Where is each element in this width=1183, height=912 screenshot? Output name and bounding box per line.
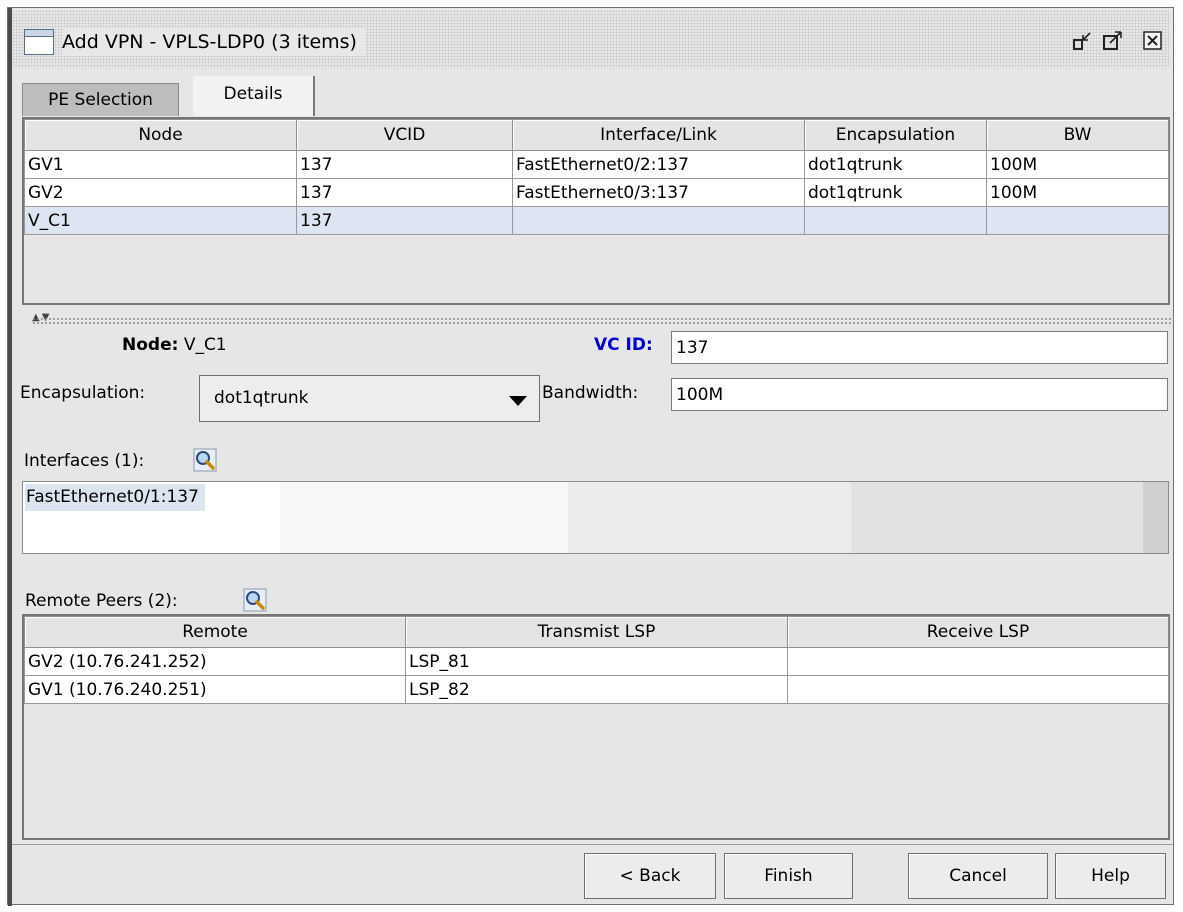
pe-table-header: Node VCID Interface/Link Encapsulation B… (24, 119, 1169, 151)
window-title: Add VPN - VPLS-LDP0 (3 items) (62, 28, 365, 56)
browse-peers-search-icon[interactable] (243, 588, 267, 612)
cell-remote: GV2 (10.76.241.252) (24, 647, 406, 676)
cell-bw (986, 206, 1169, 235)
cell-node: GV1 (24, 150, 297, 179)
column-header-bw[interactable]: BW (986, 119, 1169, 151)
table-row[interactable]: GV2 137 FastEthernet0/3:137 dot1qtrunk 1… (24, 178, 1169, 207)
table-row[interactable]: GV2 (10.76.241.252) LSP_81 (24, 647, 1169, 676)
vcid-label: VC ID: (594, 335, 653, 355)
remote-peers-panel: Remote Transmist LSP Receive LSP GV2 (10… (22, 614, 1170, 840)
column-header-encapsulation[interactable]: Encapsulation (804, 119, 987, 151)
cell-interface: FastEthernet0/3:137 (512, 178, 805, 207)
node-label: Node: (122, 335, 179, 355)
tab-pe-selection[interactable]: PE Selection (22, 83, 179, 116)
cell-receive-lsp (787, 675, 1169, 704)
cell-bw: 100M (986, 150, 1169, 179)
cancel-button[interactable]: Cancel (908, 853, 1048, 899)
cell-vcid: 137 (296, 206, 513, 235)
cell-interface (512, 206, 805, 235)
add-vpn-dialog: Add VPN - VPLS-LDP0 (3 items) PE Selecti… (7, 7, 1174, 906)
cell-node: GV2 (24, 178, 297, 207)
table-row-selected[interactable]: V_C1 137 (24, 206, 1169, 235)
cell-node: V_C1 (24, 206, 297, 235)
bandwidth-label: Bandwidth: (542, 383, 639, 403)
cell-transmit-lsp: LSP_81 (405, 647, 788, 676)
help-button[interactable]: Help (1055, 853, 1166, 899)
node-label-group: Node: V_C1 (122, 334, 227, 356)
back-button[interactable]: < Back (584, 853, 716, 899)
cell-encapsulation: dot1qtrunk (804, 150, 987, 179)
pe-table-panel: Node VCID Interface/Link Encapsulation B… (22, 117, 1170, 305)
column-header-receive-lsp[interactable]: Receive LSP (787, 616, 1169, 648)
column-header-vcid[interactable]: VCID (296, 119, 513, 151)
column-header-transmit-lsp[interactable]: Transmist LSP (405, 616, 788, 648)
encapsulation-label: Encapsulation: (20, 383, 146, 403)
bandwidth-field[interactable] (671, 378, 1168, 411)
tab-details[interactable]: Details (193, 76, 315, 116)
splitter-handle[interactable] (32, 317, 1174, 325)
remote-peers-table: Remote Transmist LSP Receive LSP GV2 (10… (24, 616, 1169, 704)
tab-strip: PE Selection Details (12, 72, 1169, 118)
maximize-icon[interactable] (1102, 30, 1124, 52)
title-bar[interactable]: Add VPN - VPLS-LDP0 (3 items) (12, 10, 1169, 68)
interfaces-list[interactable]: FastEthernet0/1:137 (22, 481, 1169, 554)
cell-encapsulation: dot1qtrunk (804, 178, 987, 207)
close-icon[interactable] (1142, 30, 1164, 52)
window-icon (24, 29, 54, 55)
browse-interfaces-search-icon[interactable] (193, 448, 217, 472)
cell-vcid: 137 (296, 178, 513, 207)
table-row[interactable]: GV1 (10.76.240.251) LSP_82 (24, 675, 1169, 704)
pe-table: Node VCID Interface/Link Encapsulation B… (24, 119, 1169, 235)
cell-remote: GV1 (10.76.240.251) (24, 675, 406, 704)
column-header-interface[interactable]: Interface/Link (512, 119, 805, 151)
button-bar-divider (12, 844, 1173, 845)
column-header-node[interactable]: Node (24, 119, 297, 151)
minimize-icon[interactable] (1072, 30, 1094, 52)
vcid-field[interactable] (671, 331, 1168, 364)
list-item[interactable]: FastEthernet0/1:137 (25, 484, 205, 511)
chevron-down-icon[interactable] (509, 396, 527, 406)
cell-vcid: 137 (296, 150, 513, 179)
node-value: V_C1 (183, 335, 227, 355)
cell-encapsulation (804, 206, 987, 235)
column-header-remote[interactable]: Remote (24, 616, 406, 648)
cell-bw: 100M (986, 178, 1169, 207)
interfaces-label: Interfaces (1): (24, 451, 145, 471)
remote-peers-label: Remote Peers (2): (25, 591, 178, 611)
finish-button[interactable]: Finish (724, 853, 853, 899)
cell-receive-lsp (787, 647, 1169, 676)
peers-table-header: Remote Transmist LSP Receive LSP (24, 616, 1169, 648)
cell-transmit-lsp: LSP_82 (405, 675, 788, 704)
encapsulation-value: dot1qtrunk (214, 388, 309, 408)
window-edge (8, 8, 12, 906)
cell-interface: FastEthernet0/2:137 (512, 150, 805, 179)
encapsulation-dropdown[interactable]: dot1qtrunk (199, 375, 540, 422)
table-row[interactable]: GV1 137 FastEthernet0/2:137 dot1qtrunk 1… (24, 150, 1169, 179)
